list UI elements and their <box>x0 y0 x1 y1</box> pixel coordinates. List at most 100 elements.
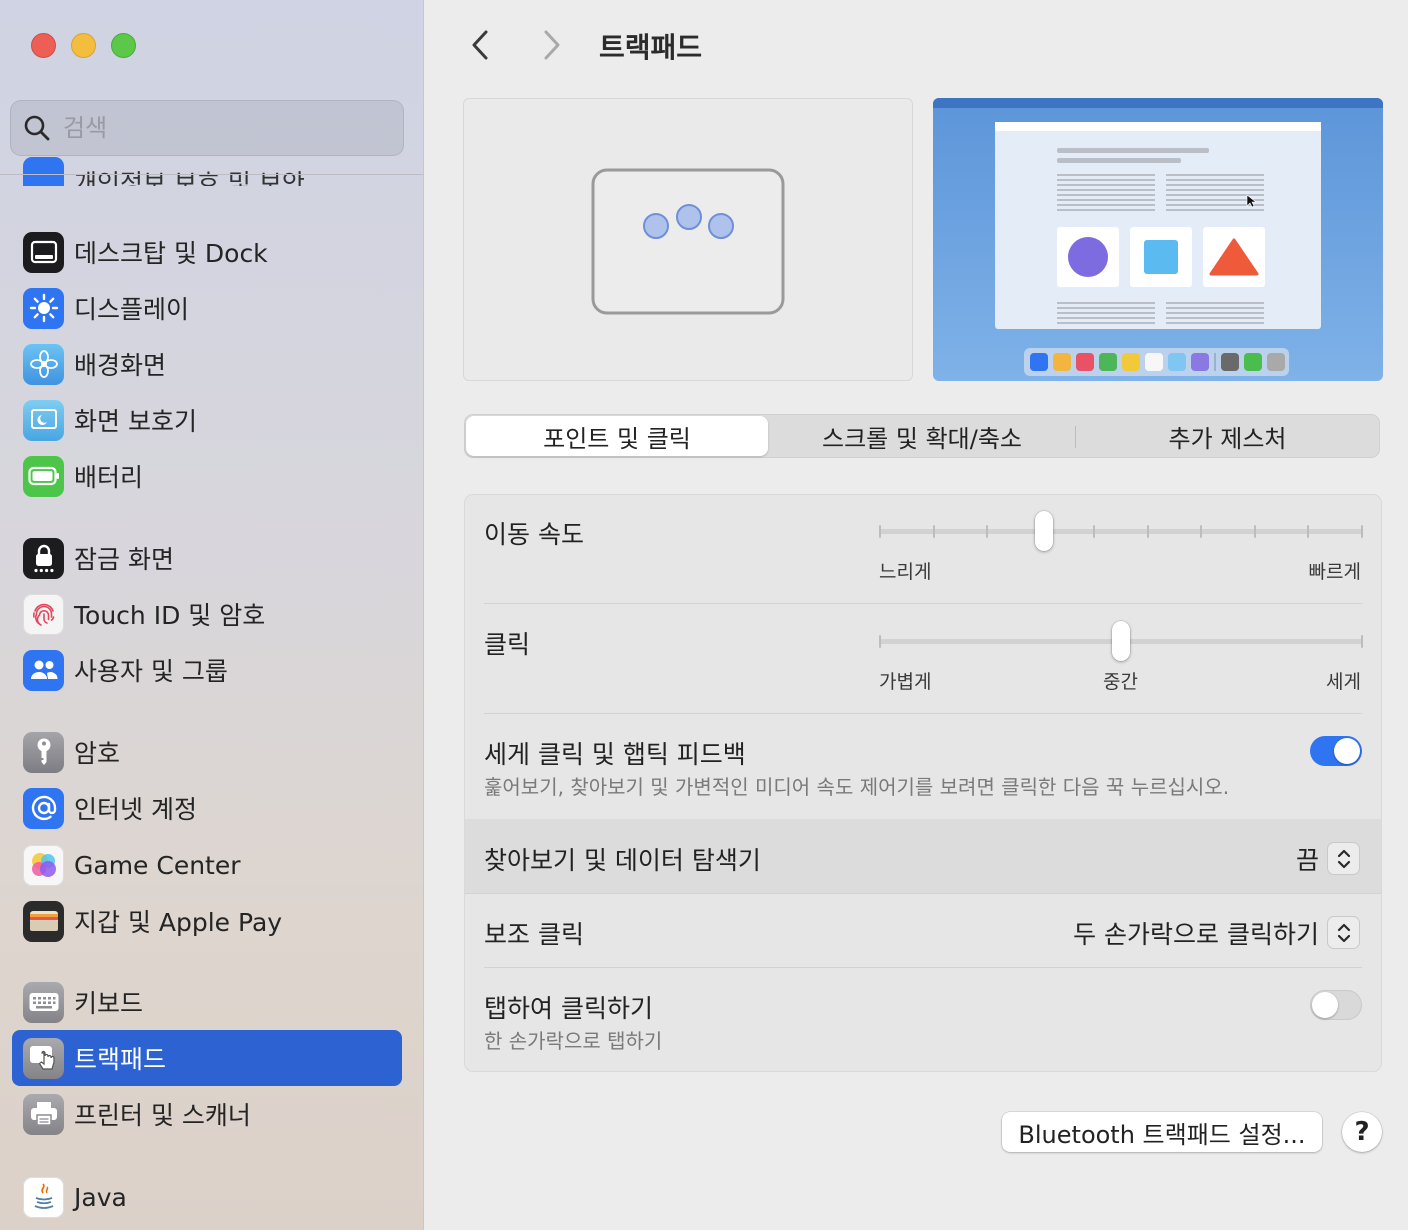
sidebar-item-users-groups[interactable]: 사용자 및 그룹 <box>12 642 402 698</box>
main-pane: 트랙패드 포인트 및 클릭 스크롤 및 확대/축소 추가 제스처 이동 속도 느… <box>425 0 1408 1230</box>
secondary-click-stepper[interactable] <box>1328 917 1359 948</box>
divider <box>465 893 1381 894</box>
sidebar-item-internet-accounts[interactable]: 인터넷 계정 <box>12 780 402 836</box>
settings-group: 이동 속도 느리게 빠르게 클릭 가볍게 중간 세게 세게 클릭 및 햅틱 피드… <box>464 494 1382 1072</box>
wallet-icon <box>23 900 64 942</box>
hand-icon <box>23 157 64 186</box>
divider <box>484 967 1362 968</box>
click-label: 클릭 <box>484 630 531 659</box>
force-click-label: 세게 클릭 및 햅틱 피드백 <box>484 740 746 769</box>
page-title: 트랙패드 <box>599 31 703 64</box>
zoom-window-button[interactable] <box>111 33 136 58</box>
battery-icon <box>23 455 64 497</box>
key-icon <box>23 731 64 773</box>
tab-bar: 포인트 및 클릭 스크롤 및 확대/축소 추가 제스처 <box>464 414 1380 458</box>
fingerprint-icon <box>23 593 64 635</box>
search-field[interactable] <box>10 100 404 156</box>
click-pressure-slider[interactable] <box>879 619 1363 669</box>
chevron-up-down-icon <box>1337 849 1350 868</box>
tab-scroll-zoom[interactable]: 스크롤 및 확대/축소 <box>770 416 1074 456</box>
slider-tick <box>1093 525 1096 538</box>
sun-icon <box>23 287 64 329</box>
bluetooth-trackpad-button[interactable]: Bluetooth 트랙패드 설정... <box>1002 1112 1322 1152</box>
tab-point-click[interactable]: 포인트 및 클릭 <box>466 416 768 456</box>
trackpad-illustration <box>591 168 785 315</box>
trackpad-icon <box>23 1037 64 1079</box>
desktop-illustration <box>933 98 1383 381</box>
sidebar-item-java[interactable]: Java <box>12 1169 402 1225</box>
at-icon <box>23 787 64 829</box>
toggle-knob <box>1334 738 1360 764</box>
lookup-label: 찾아보기 및 데이터 탐색기 <box>484 846 761 875</box>
slider-tick <box>1361 525 1363 538</box>
secondary-click-popup[interactable]: 두 손가락으로 클릭하기 <box>1073 915 1319 951</box>
gesture-preview-trackpad <box>463 98 913 381</box>
click-min-label: 가볍게 <box>879 671 932 693</box>
slider-tick <box>1253 525 1256 538</box>
sidebar-item-lock-screen[interactable]: 잠금 화면 <box>12 530 402 586</box>
sidebar-item-game-center[interactable]: Game Center <box>12 837 402 893</box>
users-icon <box>23 649 64 691</box>
keyboard-icon <box>23 981 64 1023</box>
tracking-speed-track <box>879 529 1363 534</box>
sidebar-item-wallet[interactable]: 지갑 및 Apple Pay <box>12 893 402 949</box>
slider-tick <box>879 525 881 538</box>
close-window-button[interactable] <box>31 33 56 58</box>
sidebar-item-desktop-dock[interactable]: 데스크탑 및 Dock <box>12 224 402 280</box>
sidebar-item-touch-id[interactable]: Touch ID 및 암호 <box>12 586 402 642</box>
divider <box>484 603 1362 604</box>
divider <box>484 713 1362 714</box>
sidebar-item-wallpaper[interactable]: 배경화면 <box>12 336 402 392</box>
click-pressure-knob[interactable] <box>1112 621 1130 661</box>
forward-button[interactable] <box>537 28 567 62</box>
lookup-popup[interactable]: 끔 <box>1296 841 1319 877</box>
tracking-speed-max-label: 빠르게 <box>1308 561 1361 583</box>
sidebar-item-display[interactable]: 디스플레이 <box>12 280 402 336</box>
chevron-up-down-icon <box>1337 923 1350 942</box>
minimize-window-button[interactable] <box>71 33 96 58</box>
sidebar: 개인정보 보호 및 보안 데스크탑 및 Dock 디스플레이 <box>0 0 424 1230</box>
click-mid-label: 중간 <box>1103 671 1138 693</box>
sidebar-item-keyboard[interactable]: 키보드 <box>12 974 402 1030</box>
dock-icon <box>23 231 64 273</box>
secondary-click-label: 보조 클릭 <box>484 920 584 949</box>
slider-tick <box>879 635 881 648</box>
tracking-speed-min-label: 느리게 <box>879 561 932 583</box>
tracking-speed-slider[interactable] <box>879 509 1363 559</box>
tap-to-click-toggle[interactable] <box>1310 990 1362 1020</box>
search-icon <box>24 115 50 141</box>
sidebar-item-printers-scanners[interactable]: 프린터 및 스캐너 <box>12 1086 402 1142</box>
sidebar-item-passwords[interactable]: 암호 <box>12 724 402 780</box>
chevron-right-icon <box>544 30 560 60</box>
back-button[interactable] <box>465 28 495 62</box>
tab-more-gestures[interactable]: 추가 제스처 <box>1076 416 1379 456</box>
force-click-description: 훑어보기, 찾아보기 및 가변적인 미디어 속도 제어기를 보려면 클릭한 다음… <box>484 775 1230 799</box>
printer-icon <box>23 1093 64 1135</box>
window-controls <box>31 33 136 58</box>
lookup-stepper[interactable] <box>1328 843 1359 874</box>
game-center-icon <box>23 844 64 886</box>
gesture-preview-desktop <box>933 98 1383 381</box>
tap-to-click-description: 한 손가락으로 탭하기 <box>484 1029 663 1053</box>
tap-to-click-label: 탭하여 클릭하기 <box>484 994 653 1023</box>
force-click-toggle[interactable] <box>1310 736 1362 766</box>
sidebar-item-battery[interactable]: 배터리 <box>12 448 402 504</box>
sidebar-item-screen-saver[interactable]: 화면 보호기 <box>12 392 402 448</box>
slider-tick <box>986 525 989 538</box>
lock-icon <box>23 537 64 579</box>
chevron-left-icon <box>472 30 488 60</box>
tracking-speed-knob[interactable] <box>1034 511 1053 551</box>
java-icon <box>23 1176 64 1218</box>
slider-tick <box>932 525 935 538</box>
slider-tick <box>1146 525 1149 538</box>
help-button[interactable]: ? <box>1342 1112 1382 1152</box>
tracking-speed-label: 이동 속도 <box>484 520 584 549</box>
flower-icon <box>23 343 64 385</box>
sidebar-divider <box>0 174 423 175</box>
click-max-label: 세게 <box>1326 671 1361 693</box>
toggle-knob <box>1312 992 1338 1018</box>
search-input[interactable] <box>63 114 363 142</box>
screensaver-icon <box>23 399 64 441</box>
slider-tick <box>1361 635 1363 648</box>
sidebar-item-trackpad[interactable]: 트랙패드 <box>12 1030 402 1086</box>
